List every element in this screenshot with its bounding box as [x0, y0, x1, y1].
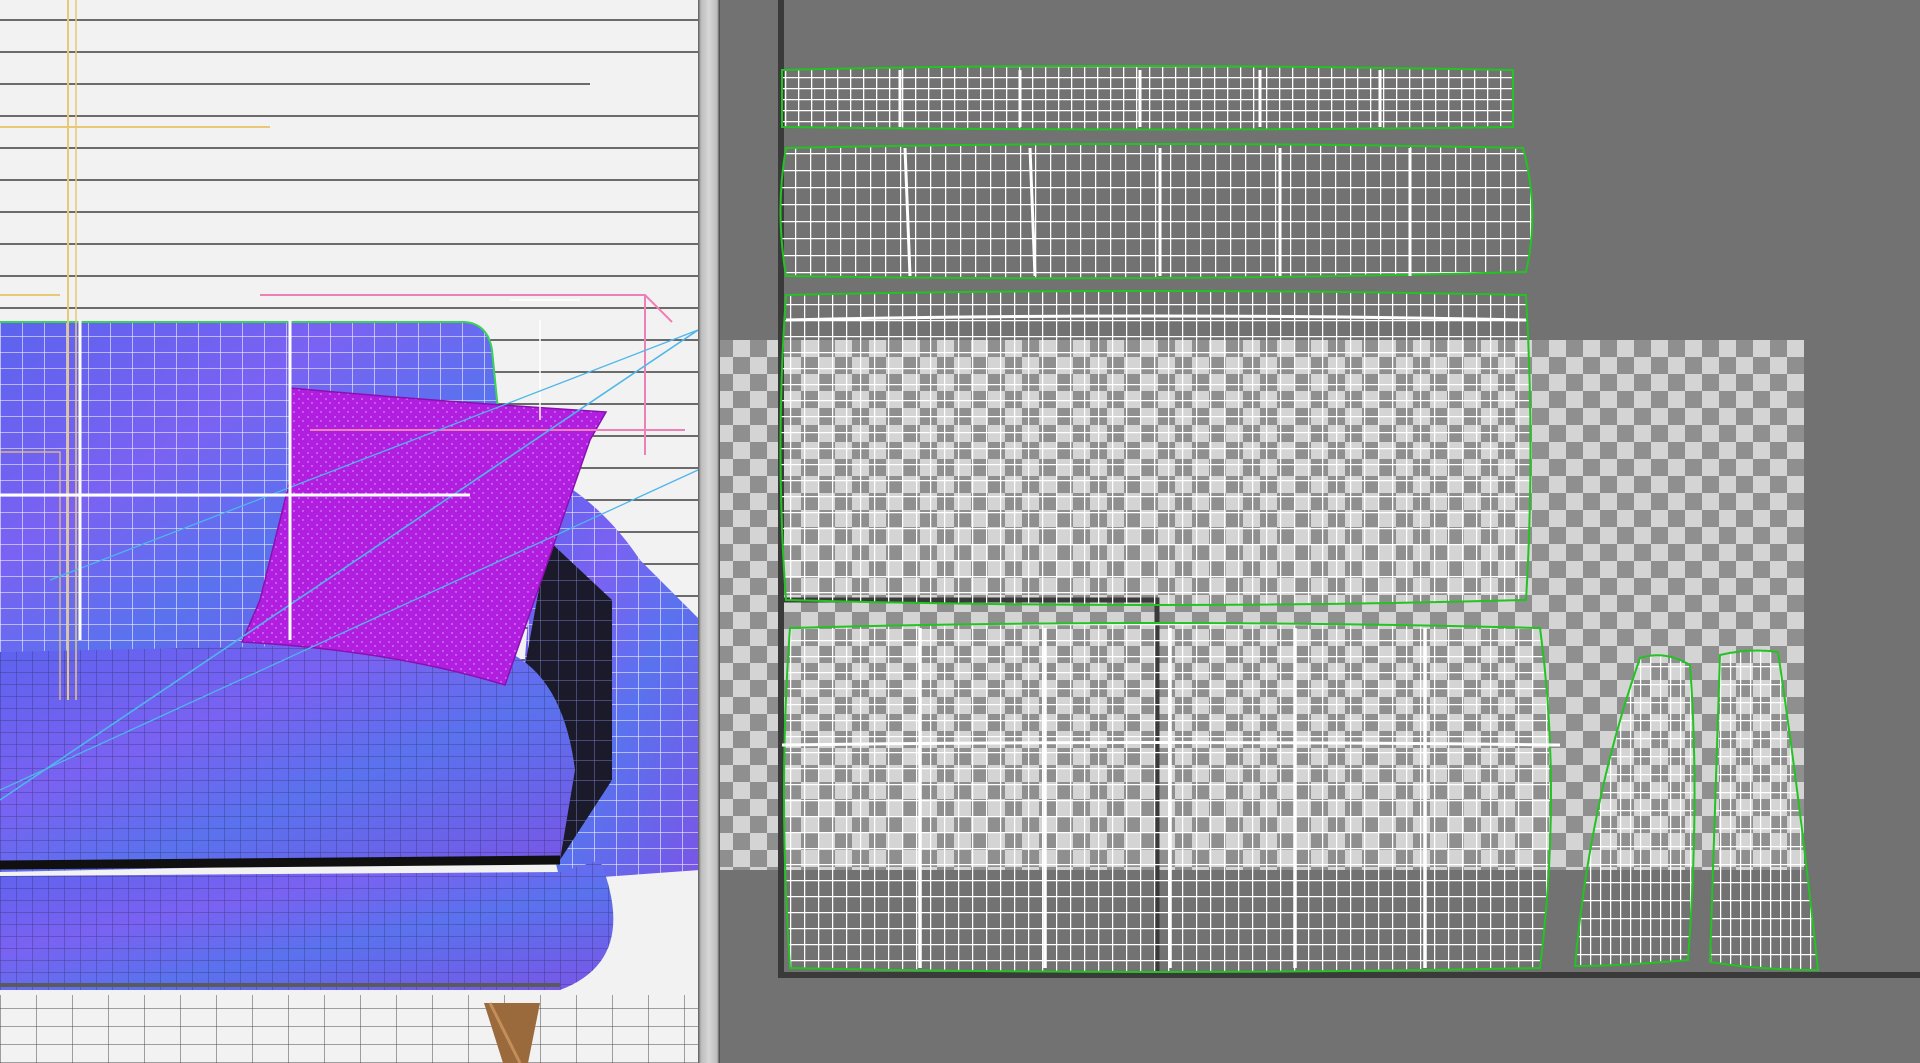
viewport-canvas[interactable] [0, 0, 698, 1063]
uv-island-back-panel[interactable] [779, 290, 1532, 606]
uv-island-top-strip[interactable] [781, 65, 1514, 131]
3d-viewport[interactable] [0, 0, 698, 1063]
sofa-base [0, 860, 614, 990]
uv-editor-panel[interactable] [720, 0, 1920, 1063]
uv-island-seat-panel[interactable] [781, 622, 1561, 973]
panel-splitter[interactable] [698, 0, 720, 1063]
uv-island-seam-band[interactable] [779, 143, 1534, 280]
floor-grid [0, 995, 698, 1063]
uv-canvas[interactable] [720, 0, 1920, 1063]
